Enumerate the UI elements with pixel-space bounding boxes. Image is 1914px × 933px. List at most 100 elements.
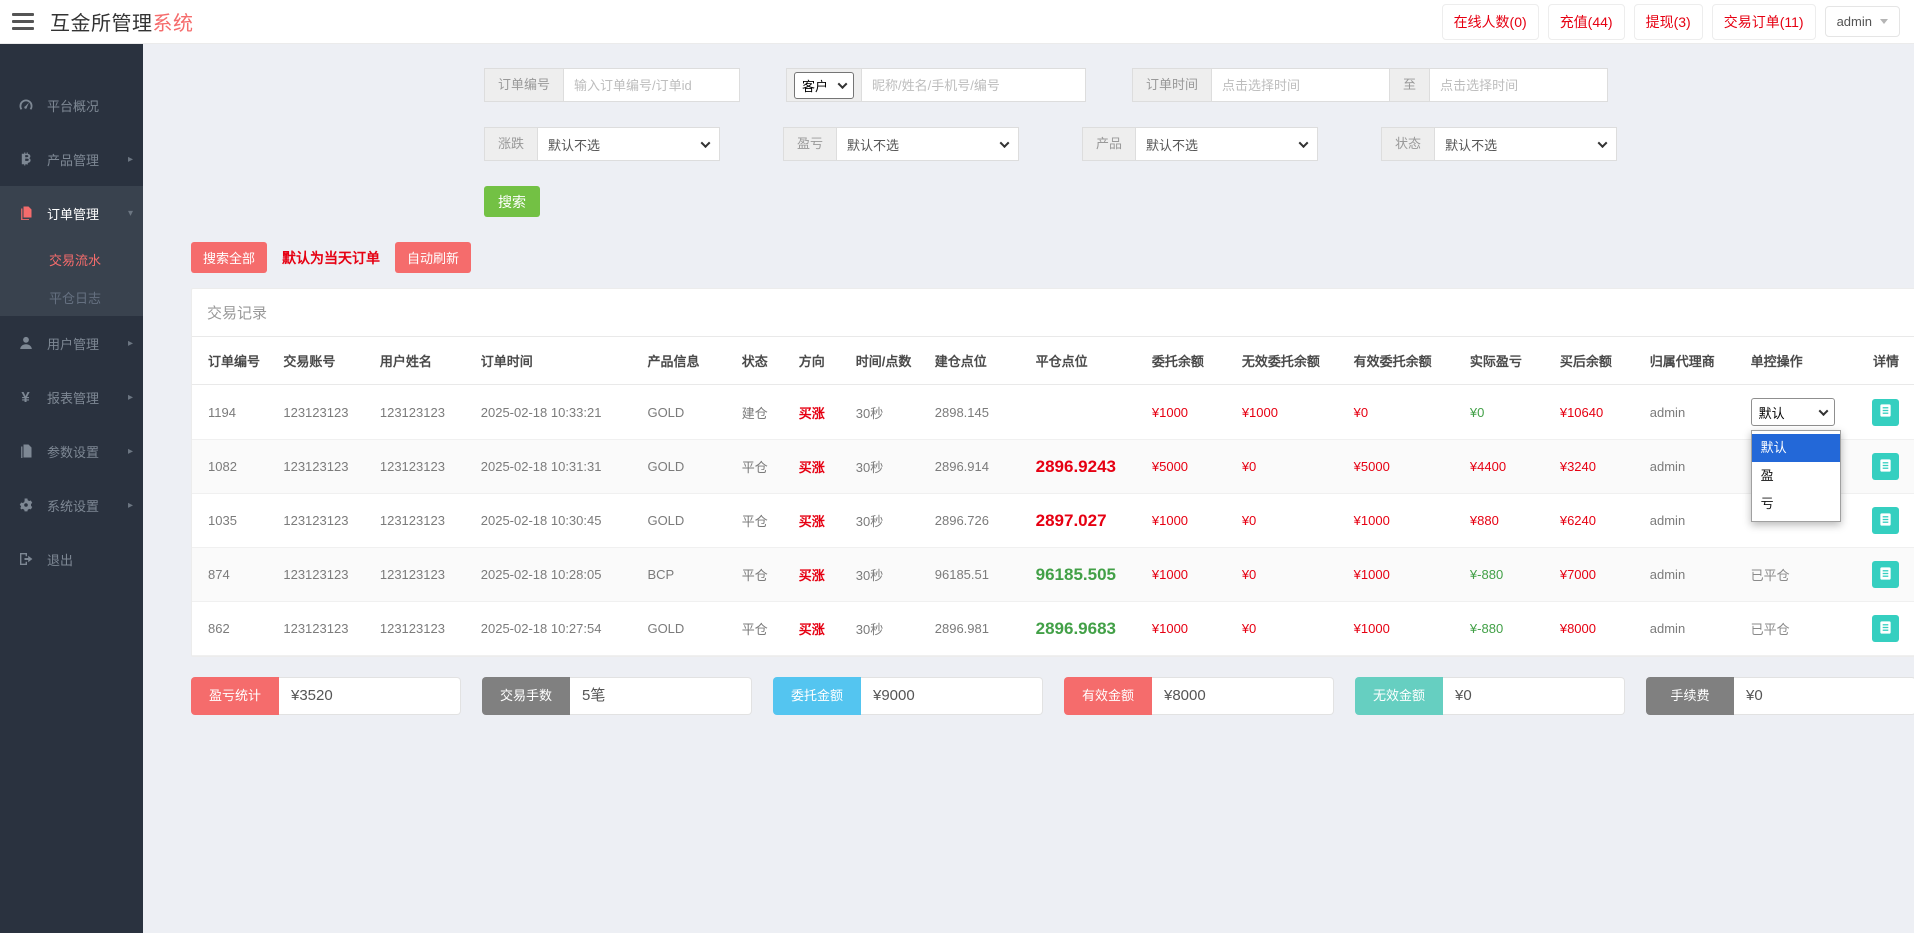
column-header-6: 方向 [791, 337, 848, 385]
bitcoin-icon [17, 151, 34, 168]
logout-icon [17, 551, 34, 568]
table-row: 8741231231231231231232025-02-18 10:28:05… [192, 548, 1914, 602]
search-all-button[interactable]: 搜索全部 [191, 242, 267, 273]
auto-refresh-button[interactable]: 自动刷新 [395, 242, 471, 273]
control-select[interactable]: 默认 [1751, 398, 1835, 426]
summary-label: 盈亏统计 [191, 677, 279, 715]
app-title: 互金所管理系统 [50, 7, 194, 36]
filter-select-value: 默认不选 [847, 135, 899, 154]
column-header-15: 归属代理商 [1642, 337, 1743, 385]
column-header-13: 实际盈亏 [1462, 337, 1552, 385]
sidebar-item-products[interactable]: 产品管理▸ [0, 132, 143, 186]
withdraw-button[interactable]: 提现(3) [1634, 4, 1703, 40]
sidebar-item-label: 平台概况 [47, 96, 99, 115]
detail-button[interactable] [1872, 507, 1899, 534]
filter-select[interactable]: 默认不选 [1136, 127, 1318, 161]
column-header-5: 状态 [734, 337, 791, 385]
trade-table: 订单编号交易账号用户姓名订单时间产品信息状态方向时间/点数建仓点位平仓点位委托余… [192, 337, 1914, 656]
sidebar-item-label: 参数设置 [47, 442, 99, 461]
chevron-down-icon [1299, 138, 1309, 148]
filter-select-value: 默认不选 [1146, 135, 1198, 154]
detail-button[interactable] [1872, 561, 1899, 588]
action-row: 搜索全部 默认为当天订单 自动刷新 [191, 242, 1914, 273]
order-no-input[interactable] [564, 68, 740, 102]
sidebar-item-label: 系统设置 [47, 496, 99, 515]
admin-menu[interactable]: admin [1825, 6, 1900, 37]
summary-label: 无效金额 [1355, 677, 1443, 715]
summary-label: 手续费 [1646, 677, 1734, 715]
chevron-right-icon: ▸ [128, 446, 133, 457]
filter-select[interactable]: 默认不选 [837, 127, 1019, 161]
sidebar-item-system[interactable]: 系统设置▸ [0, 478, 143, 532]
filter-label: 产品 [1082, 127, 1136, 161]
to-label: 至 [1390, 68, 1430, 102]
column-header-3: 订单时间 [473, 337, 640, 385]
chevron-down-icon: ▾ [128, 208, 133, 219]
column-header-12: 有效委托余额 [1346, 337, 1462, 385]
column-header-0: 订单编号 [192, 337, 275, 385]
dropdown-option[interactable]: 默认 [1752, 434, 1840, 462]
summary-value: ¥3520 [279, 677, 461, 715]
filter-label: 状态 [1381, 127, 1435, 161]
app-title-accent: 系统 [153, 13, 194, 35]
main-content: 订单编号 客户 订单时间 至 [143, 44, 1914, 933]
column-header-11: 无效委托余额 [1234, 337, 1346, 385]
summary-valid-amount: 有效金额¥8000 [1064, 677, 1334, 715]
filter-label: 盈亏 [783, 127, 837, 161]
chevron-down-icon [1880, 19, 1888, 24]
detail-button[interactable] [1872, 453, 1899, 480]
summary-label: 委托金额 [773, 677, 861, 715]
sidebar-item-params[interactable]: 参数设置 ▸ [0, 424, 143, 478]
summary-row: 盈亏统计¥3520交易手数5笔委托金额¥9000有效金额¥8000无效金额¥0手… [191, 677, 1914, 715]
document-lines-icon [1878, 620, 1893, 638]
recharge-button[interactable]: 充值(44) [1548, 4, 1625, 40]
time-from-input[interactable] [1212, 68, 1390, 102]
trade-orders-button[interactable]: 交易订单(11) [1712, 4, 1816, 40]
summary-value: 5笔 [570, 677, 752, 715]
chevron-right-icon: ▸ [128, 338, 133, 349]
summary-value: ¥0 [1443, 677, 1625, 715]
default-today-note: 默认为当天订单 [282, 248, 380, 268]
admin-username: admin [1837, 14, 1872, 29]
table-row: 10821231231231231231232025-02-18 10:31:3… [192, 440, 1914, 494]
table-row: 10351231231231231231232025-02-18 10:30:4… [192, 494, 1914, 548]
summary-fee: 手续费¥0 [1646, 677, 1914, 715]
table-row: 11941231231231231231232025-02-18 10:33:2… [192, 385, 1914, 440]
params-icon [17, 443, 34, 460]
chevron-down-icon [1000, 138, 1010, 148]
customer-type-select[interactable]: 客户 [794, 72, 854, 99]
trade-records-panel: 交易记录 订单编号交易账号用户姓名订单时间产品信息状态方向时间/点数建仓点位平仓… [191, 288, 1914, 657]
time-to-input[interactable] [1430, 68, 1608, 102]
sidebar-subitem[interactable]: 交易流水 [0, 240, 143, 278]
column-header-2: 用户姓名 [372, 337, 473, 385]
search-button[interactable]: 搜索 [484, 186, 540, 217]
dropdown-option[interactable]: 盈 [1752, 462, 1840, 490]
filter-select[interactable]: 默认不选 [538, 127, 720, 161]
control-dropdown: 默认盈亏 [1751, 430, 1841, 522]
sidebar-item-label: 产品管理 [47, 150, 99, 169]
updown-filter: 涨跌默认不选 [484, 127, 720, 161]
orders-icon [17, 205, 34, 222]
filter-select[interactable]: 默认不选 [1435, 127, 1617, 161]
summary-invalid-amount: 无效金额¥0 [1355, 677, 1625, 715]
online-count-button[interactable]: 在线人数(0) [1442, 4, 1539, 40]
detail-button[interactable] [1872, 399, 1899, 426]
product-filter: 产品默认不选 [1082, 127, 1318, 161]
document-lines-icon [1878, 458, 1893, 476]
customer-filter: 客户 [786, 68, 1086, 102]
sidebar-item-logout[interactable]: 退出 [0, 532, 143, 586]
customer-select-addon: 客户 [786, 68, 862, 102]
sidebar-item-orders[interactable]: 订单管理▾ [0, 186, 143, 240]
menu-toggle-icon[interactable] [12, 13, 34, 30]
sidebar-item-overview[interactable]: 平台概况 [0, 78, 143, 132]
document-lines-icon [1878, 403, 1893, 421]
dropdown-option[interactable]: 亏 [1752, 490, 1840, 518]
sidebar-item-reports[interactable]: ¥报表管理▸ [0, 370, 143, 424]
sidebar-item-users[interactable]: 用户管理▸ [0, 316, 143, 370]
sidebar-subitem[interactable]: 平仓日志 [0, 278, 143, 316]
summary-label: 有效金额 [1064, 677, 1152, 715]
column-header-16: 单控操作 [1743, 337, 1859, 385]
customer-input[interactable] [862, 68, 1086, 102]
detail-button[interactable] [1872, 615, 1899, 642]
table-row: 8621231231231231231232025-02-18 10:27:54… [192, 602, 1914, 656]
